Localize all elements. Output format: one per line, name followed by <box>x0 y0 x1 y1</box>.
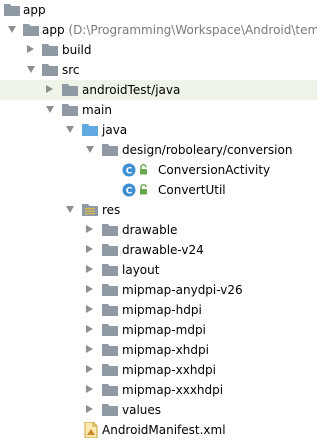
folder-icon <box>102 322 118 336</box>
tree-label-java: java <box>102 123 128 137</box>
chevron-right-icon[interactable] <box>27 45 34 53</box>
folder-icon <box>62 82 78 96</box>
tree-row-build[interactable]: build <box>0 40 317 60</box>
folder-icon <box>23 22 39 36</box>
tree-label-android-test: androidTest/java <box>82 83 181 97</box>
folder-icon <box>42 62 58 76</box>
tree-label-main: main <box>82 103 112 117</box>
chevron-right-icon[interactable] <box>86 225 93 233</box>
tree-label-mipmap-xxxhdpi: mipmap-xxxhdpi <box>122 383 224 397</box>
tree-label-convert-util: ConvertUtil <box>158 183 226 197</box>
tree-row-src[interactable]: src <box>0 60 317 80</box>
tree-label-android-manifest: AndroidManifest.xml <box>102 423 226 437</box>
tree-row-main[interactable]: main <box>0 100 317 120</box>
lock-icon <box>139 164 148 175</box>
tree-label-mipmap-xxhdpi: mipmap-xxhdpi <box>122 363 217 377</box>
chevron-right-icon[interactable] <box>86 265 93 273</box>
chevron-down-icon[interactable] <box>66 126 74 133</box>
tree-row-app-module[interactable]: app (D:\Programming\Workspace\Android\te… <box>0 20 317 40</box>
tree-label-drawable-v24: drawable-v24 <box>122 243 204 257</box>
tree-row-mipmap-xxxhdpi[interactable]: mipmap-xxxhdpi <box>0 380 317 400</box>
manifest-file-icon <box>84 422 98 438</box>
chevron-right-icon[interactable] <box>86 305 93 313</box>
tree-row-res[interactable]: res <box>0 200 317 220</box>
chevron-down-icon[interactable] <box>66 206 74 213</box>
tree-row-mipmap-hdpi[interactable]: mipmap-hdpi <box>0 300 317 320</box>
tree-row-app-root[interactable]: app <box>0 0 317 20</box>
tree-row-conversion-activity[interactable]: C ConversionActivity <box>0 160 317 180</box>
tree-label-drawable: drawable <box>122 223 178 237</box>
class-badge-letter: C <box>126 187 133 197</box>
chevron-right-icon[interactable] <box>86 325 93 333</box>
tree-label-mipmap-hdpi: mipmap-hdpi <box>122 303 202 317</box>
chevron-right-icon[interactable] <box>86 385 93 393</box>
tree-row-drawable-v24[interactable]: drawable-v24 <box>0 240 317 260</box>
lock-icon <box>139 184 148 195</box>
tree-label-layout: layout <box>122 263 160 277</box>
folder-icon <box>102 242 118 256</box>
tree-row-android-manifest[interactable]: AndroidManifest.xml <box>0 420 317 440</box>
chevron-down-icon[interactable] <box>46 106 54 113</box>
tree-label-res: res <box>102 203 121 217</box>
folder-icon <box>102 402 118 416</box>
tree-label-src: src <box>62 63 80 77</box>
tree-label-mipmap-xhdpi: mipmap-xhdpi <box>122 343 209 357</box>
chevron-down-icon[interactable] <box>8 26 16 33</box>
folder-icon <box>4 2 20 16</box>
folder-icon <box>102 342 118 356</box>
chevron-right-icon[interactable] <box>86 285 93 293</box>
tree-row-package[interactable]: design/roboleary/conversion <box>0 140 317 160</box>
resource-folder-icon <box>82 202 98 216</box>
tree-row-mipmap-xhdpi[interactable]: mipmap-xhdpi <box>0 340 317 360</box>
class-icon: C <box>122 163 136 177</box>
chevron-right-icon[interactable] <box>86 365 93 373</box>
tree-row-convert-util[interactable]: C ConvertUtil <box>0 180 317 200</box>
folder-icon <box>102 262 118 276</box>
chevron-right-icon[interactable] <box>86 405 93 413</box>
module-path: (D:\Programming\Workspace\Android\temper… <box>68 23 317 37</box>
chevron-right-icon[interactable] <box>86 345 93 353</box>
folder-icon <box>62 102 78 116</box>
chevron-right-icon[interactable] <box>86 245 93 253</box>
tree-label-package: design/roboleary/conversion <box>122 143 293 157</box>
tree-row-mipmap-xxhdpi[interactable]: mipmap-xxhdpi <box>0 360 317 380</box>
folder-icon <box>102 282 118 296</box>
chevron-right-icon[interactable] <box>46 85 53 93</box>
tree-label-conversion-activity: ConversionActivity <box>158 163 271 177</box>
chevron-down-icon[interactable] <box>86 146 94 153</box>
tree-row-values[interactable]: values <box>0 400 317 420</box>
folder-icon <box>102 302 118 316</box>
class-icon: C <box>122 183 136 197</box>
tree-row-android-test[interactable]: androidTest/java <box>0 80 317 100</box>
chevron-down-icon[interactable] <box>27 66 35 73</box>
source-folder-icon <box>82 122 98 136</box>
tree-label-app-module: app <box>42 23 65 37</box>
package-folder-icon <box>102 142 118 156</box>
folder-icon <box>42 42 58 56</box>
tree-label-mipmap-anydpi-v26: mipmap-anydpi-v26 <box>122 283 243 297</box>
tree-row-mipmap-anydpi-v26[interactable]: mipmap-anydpi-v26 <box>0 280 317 300</box>
tree-label-app-root: app <box>23 3 46 17</box>
tree-label-mipmap-mdpi: mipmap-mdpi <box>122 323 206 337</box>
tree-row-java[interactable]: java <box>0 120 317 140</box>
tree-row-mipmap-mdpi[interactable]: mipmap-mdpi <box>0 320 317 340</box>
folder-icon <box>102 362 118 376</box>
tree-row-layout[interactable]: layout <box>0 260 317 280</box>
tree-label-build: build <box>62 43 92 57</box>
tree-label-values: values <box>122 403 162 417</box>
tree-row-drawable[interactable]: drawable <box>0 220 317 240</box>
folder-icon <box>102 222 118 236</box>
folder-icon <box>102 382 118 396</box>
class-badge-letter: C <box>126 167 133 177</box>
